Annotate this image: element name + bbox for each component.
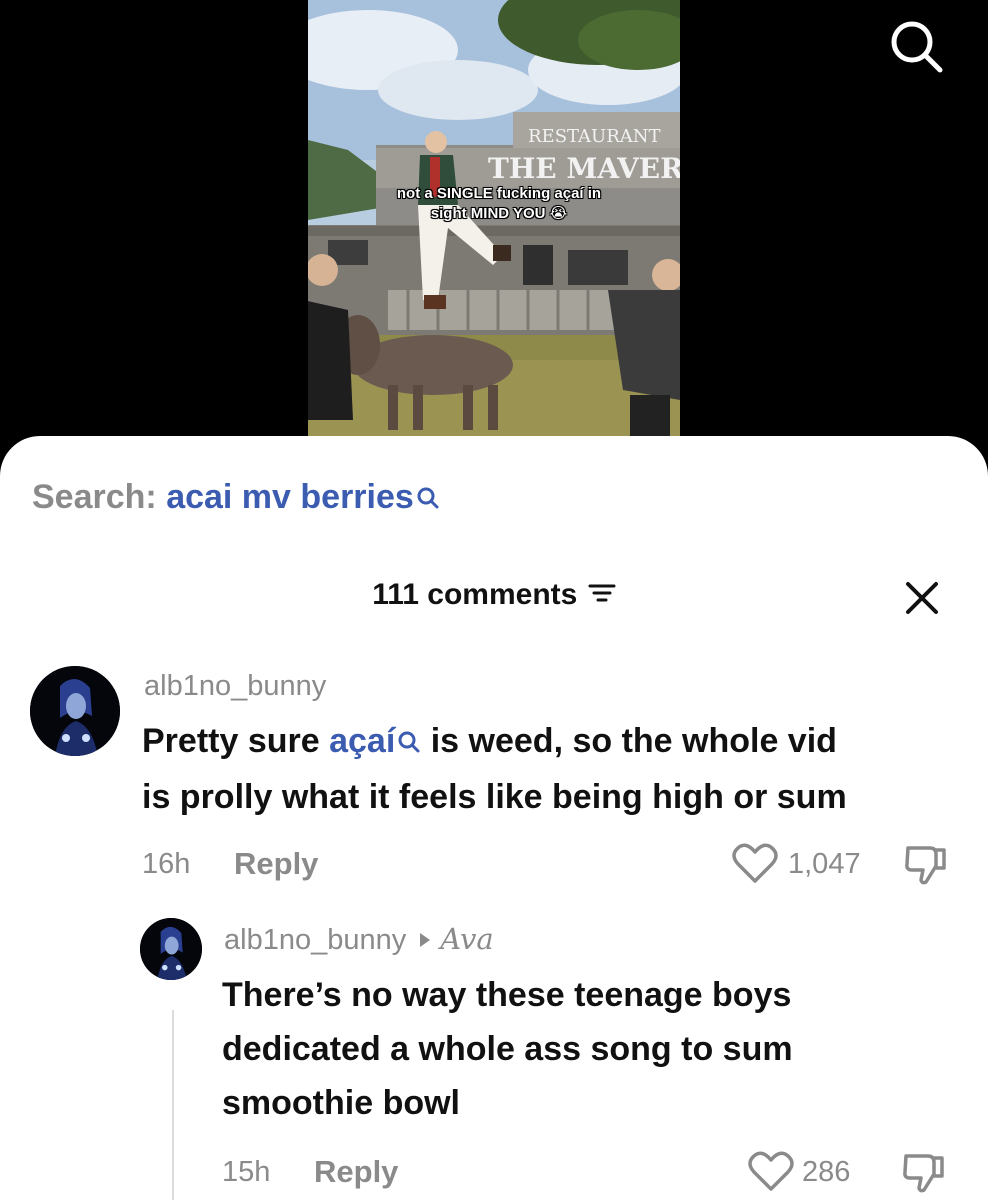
avatar[interactable] <box>30 666 120 756</box>
reply-button[interactable]: Reply <box>314 1154 398 1190</box>
search-icon[interactable] <box>397 716 421 770</box>
reply-username-text[interactable]: alb1no_bunny <box>224 924 406 956</box>
comment-username[interactable]: alb1no_bunny <box>144 670 326 703</box>
reply-to-arrow-icon <box>420 933 431 948</box>
comments-count: 111 comments <box>372 578 578 611</box>
like-count: 286 <box>802 1156 851 1188</box>
dislike-icon[interactable] <box>900 1150 946 1200</box>
comment-line-2: is prolly what it feels like being high … <box>142 778 847 816</box>
search-query-link[interactable]: acai mv berries <box>166 478 414 516</box>
like-count: 1,047 <box>788 848 861 880</box>
caption-line-1: not a SINGLE fucking açaí in <box>396 185 602 202</box>
reply-line-3: smoothie bowl <box>222 1084 460 1122</box>
comments-sheet: Search: acai mv berries 111 comments alb… <box>0 436 988 1200</box>
search-prefix: Search: <box>32 478 157 516</box>
dislike-icon[interactable] <box>902 842 948 893</box>
sign-top: RESTAURANT <box>528 126 661 147</box>
sort-icon[interactable] <box>588 581 616 610</box>
search-icon[interactable] <box>886 16 946 76</box>
sign-main: THE MAVERIC <box>488 152 680 185</box>
comment-line-1: Pretty sure açaí is weed, so the whole v… <box>142 714 962 770</box>
heart-icon[interactable] <box>748 1150 794 1197</box>
search-suggestion[interactable]: Search: acai mv berries <box>32 478 440 519</box>
reply-timestamp: 15h <box>222 1156 271 1188</box>
search-icon[interactable] <box>416 480 440 519</box>
video-caption: not a SINGLE fucking açaí in sight MIND … <box>364 184 634 224</box>
reply-line-2: dedicated a whole ass song to sum <box>222 1030 793 1068</box>
thread-divider <box>172 1010 174 1200</box>
heart-icon[interactable] <box>732 842 778 889</box>
reply-button[interactable]: Reply <box>234 846 318 882</box>
comment-timestamp: 16h <box>142 848 191 880</box>
close-icon[interactable] <box>902 578 942 618</box>
comments-header: 111 comments <box>0 578 988 612</box>
avatar[interactable] <box>140 918 202 980</box>
comment-search-link[interactable]: açaí <box>329 722 395 760</box>
video-player[interactable]: RESTAURANT THE MAVERIC not a SI <box>0 0 988 470</box>
reply-username[interactable]: alb1no_bunny Ava <box>224 922 494 957</box>
comment-text: Pretty sure açaí is weed, so the whole v… <box>142 714 962 824</box>
reply-to-name[interactable]: Ava <box>440 922 493 956</box>
reply-text: There’s no way these teenage boys dedica… <box>222 968 962 1130</box>
reply-line-1: There’s no way these teenage boys <box>222 976 792 1014</box>
caption-line-2: sight MIND YOU 😭 <box>430 205 568 222</box>
